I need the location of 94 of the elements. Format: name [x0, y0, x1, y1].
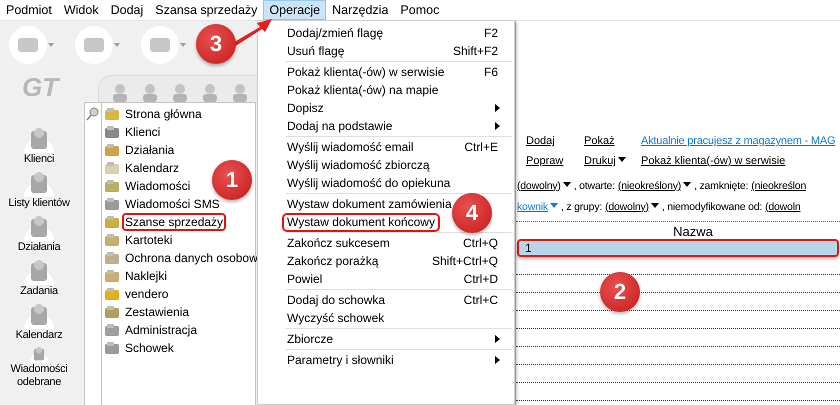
menu-bar-item[interactable]: Szansa sprzedaży — [149, 0, 264, 20]
filter-label: , z grupy: — [560, 200, 602, 212]
menu-item[interactable]: Wystaw dokument końcowy — [282, 212, 440, 232]
nav-item[interactable]: Kalendarz — [0, 301, 78, 345]
filter-dropdown[interactable]: (nieokreślon — [751, 180, 806, 192]
submenu-arrow-icon — [495, 335, 500, 343]
menu-item[interactable]: Usuń flagę — [282, 42, 350, 60]
tree-item[interactable]: Strona główna — [122, 105, 205, 123]
shortcut-text: Ctrl+C — [464, 293, 498, 307]
nav-icon — [22, 257, 56, 285]
action-link[interactable]: Drukuj — [584, 155, 641, 175]
logo: GT — [22, 72, 58, 103]
shortcut-text: Shift+Ctrl+Q — [432, 254, 498, 268]
filter-label: , zamknięte: — [694, 180, 748, 192]
tree-item[interactable]: Zestawienia — [122, 303, 192, 321]
menu-item[interactable]: Zbiorcze — [282, 330, 338, 348]
tree-item[interactable]: Szanse sprzedaży — [122, 213, 226, 231]
nav-icon — [22, 301, 56, 329]
folder-icon — [104, 142, 120, 158]
menu-item[interactable]: Parametry i słowniki — [282, 350, 399, 370]
menu-item[interactable]: Wyślij wiadomość zbiorczą — [282, 156, 435, 174]
nav-item[interactable]: Wiadomości odebrane — [0, 345, 78, 389]
menu-item[interactable]: Zakończ porażką — [282, 252, 384, 270]
menu-bar-item[interactable]: Podmiot — [0, 0, 58, 20]
folder-icon — [104, 214, 120, 230]
folder-icon — [104, 124, 120, 140]
folder-icon — [104, 304, 120, 320]
filter-dropdown[interactable]: (nieokreślony) — [618, 180, 692, 192]
shortcut-text: Shift+F2 — [452, 44, 498, 58]
menu-item[interactable]: Dodaj na podstawie — [282, 116, 398, 136]
action-link[interactable]: Aktualnie pracujesz z magazynem - MAG — [641, 135, 836, 155]
action-link[interactable]: Pokaż — [584, 135, 641, 155]
folder-icon — [104, 160, 120, 176]
folder-icon — [104, 268, 120, 284]
tree-item[interactable]: Schowek — [122, 339, 177, 357]
menu-item[interactable]: Wyślij wiadomość email — [282, 138, 419, 156]
menu-bar-item[interactable]: Pomoc — [394, 0, 446, 20]
tree-item[interactable]: Administracja — [122, 321, 200, 339]
submenu-arrow-icon — [495, 356, 500, 364]
folder-icon — [104, 250, 120, 266]
filter-dropdown[interactable]: (dowolny) — [605, 200, 659, 212]
folder-icon — [104, 232, 120, 248]
folder-icon — [104, 286, 120, 302]
action-link[interactable]: Pokaż klienta(-ów) w serwisie — [641, 155, 786, 175]
filter-label: , otwarte: — [574, 180, 615, 192]
nav-item[interactable]: Zadania — [0, 257, 78, 301]
shortcut-text: Ctrl+D — [464, 272, 498, 286]
shortcut-text: Ctrl+E — [464, 140, 498, 154]
menu-item[interactable]: Pokaż klienta(-ów) na mapie — [282, 80, 444, 100]
table-row[interactable]: 1 — [517, 239, 839, 257]
column-header[interactable]: Nazwa — [673, 224, 713, 239]
nav-item[interactable]: Działania — [0, 213, 78, 257]
filter-dropdown[interactable]: (dowolny) — [517, 180, 571, 192]
menu-item[interactable]: Dodaj do schowka — [282, 290, 390, 310]
nav-item[interactable]: Listy klientów — [0, 169, 78, 213]
tree-item[interactable]: Kalendarz — [122, 159, 182, 177]
menu-item[interactable]: Dopisz — [282, 98, 329, 118]
shortcut-text: Ctrl+Q — [462, 236, 498, 250]
nav-icon — [22, 213, 56, 241]
menu-item[interactable]: Wyślij wiadomość do opiekuna — [282, 174, 456, 192]
table-cell: 1 — [525, 241, 532, 255]
menu-item[interactable]: Powiel — [282, 270, 328, 288]
submenu-arrow-icon — [495, 122, 500, 130]
submenu-arrow-icon — [495, 104, 500, 112]
tree-item[interactable]: Ochrona danych osobow — [122, 249, 261, 267]
action-link[interactable]: Popraw — [526, 155, 584, 175]
folder-icon — [104, 106, 120, 122]
tree-item[interactable]: Kartoteki — [122, 231, 176, 249]
nav-icon — [22, 125, 56, 153]
filter-label: , niemodyfikowane od: — [662, 200, 762, 212]
menu-item[interactable]: Zakończ sukcesem — [282, 234, 395, 252]
menu-bar-item[interactable]: Narzędzia — [326, 0, 394, 20]
folder-icon — [104, 322, 120, 338]
nav-icon — [22, 169, 56, 197]
menu-item[interactable]: Dodaj/zmień flagę — [282, 24, 388, 42]
tree-item[interactable]: Naklejki — [122, 267, 170, 285]
nav-item[interactable]: Klienci — [0, 125, 78, 169]
tree-item[interactable]: vendero — [122, 285, 172, 303]
filter-dropdown[interactable]: (dowoln — [765, 200, 800, 212]
menu-bar-item[interactable]: Widok — [58, 0, 105, 20]
tree-item[interactable]: Wiadomości — [122, 177, 194, 195]
menu-bar-item[interactable]: Dodaj — [104, 0, 150, 20]
shortcut-text: F2 — [484, 26, 498, 40]
action-link[interactable]: Dodaj — [526, 135, 584, 155]
tree-item[interactable]: Działania — [122, 141, 178, 159]
folder-icon — [104, 178, 120, 194]
menu-item[interactable]: Wyczyść schowek — [282, 308, 390, 328]
folder-icon — [104, 340, 120, 356]
filter-dropdown[interactable]: kownik — [517, 200, 558, 212]
tree-item[interactable]: Klienci — [122, 123, 164, 141]
folder-icon — [104, 196, 120, 212]
menu-bar-item[interactable]: Operacje — [263, 0, 326, 20]
shortcut-text: F6 — [484, 65, 498, 79]
menu-item[interactable]: Pokaż klienta(-ów) w serwisie — [282, 62, 450, 82]
